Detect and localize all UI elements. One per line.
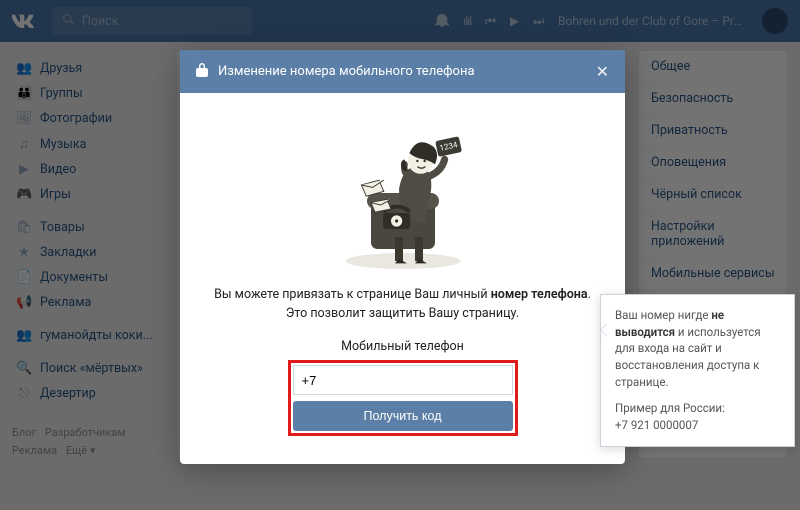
modal-title: Изменение номера мобильного телефона <box>218 64 475 79</box>
phone-field-label: Мобильный телефон <box>210 339 595 354</box>
modal-header: Изменение номера мобильного телефона ✕ <box>180 50 625 93</box>
phone-input[interactable] <box>293 365 513 395</box>
change-phone-modal: Изменение номера мобильного телефона ✕ <box>180 50 625 464</box>
get-code-button[interactable]: Получить код <box>293 401 513 431</box>
close-icon[interactable]: ✕ <box>596 62 609 81</box>
lock-icon <box>196 63 208 81</box>
modal-subtext: Это позволит защитить Вашу страницу. <box>210 306 595 321</box>
modal-text: Вы можете привязать к странице Ваш личны… <box>210 287 595 302</box>
phone-tooltip: Ваш номер нигде не выводится и используе… <box>600 294 795 447</box>
phone-illustration: 1234 <box>323 113 483 273</box>
highlight-box: Получить код <box>288 360 518 436</box>
